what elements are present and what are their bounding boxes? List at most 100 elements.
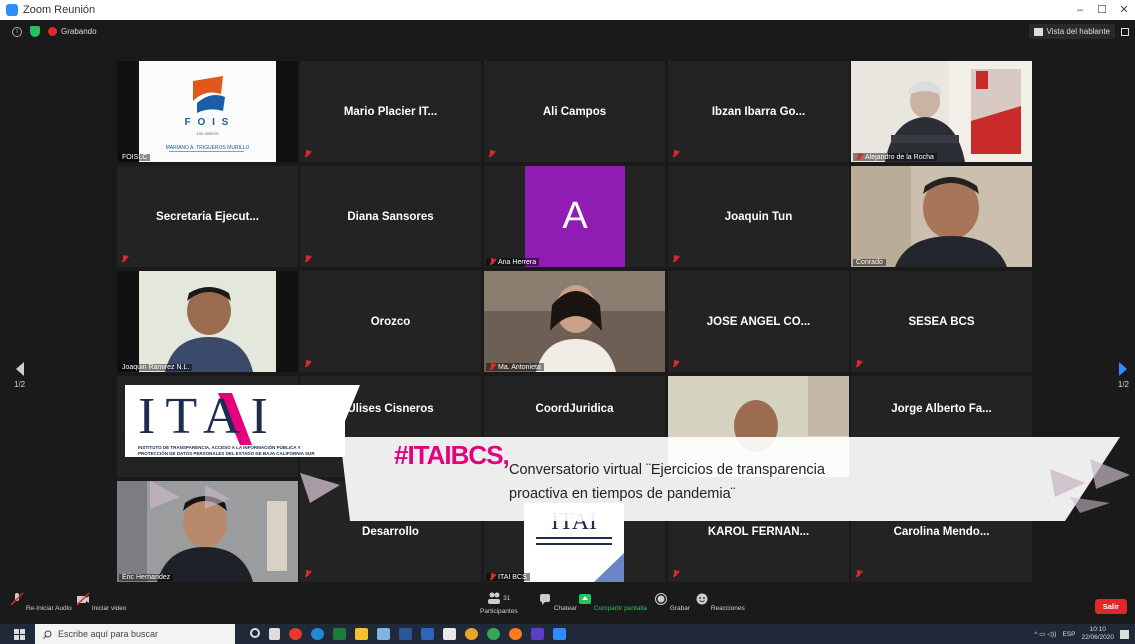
participant-tile[interactable]: ITAI ITAI BCS [484, 481, 665, 582]
active-speaker-tile[interactable]: Conrado [851, 166, 1032, 267]
file-explorer-icon[interactable] [355, 628, 368, 640]
muted-mic-icon [489, 258, 496, 266]
edge-icon[interactable] [311, 628, 324, 640]
record-button[interactable]: Grabar [654, 592, 690, 612]
app-icon[interactable] [531, 628, 544, 640]
task-view-icon[interactable] [269, 628, 280, 640]
windows-start-icon[interactable] [14, 628, 25, 640]
meeting-status-bar: i Grabando Vista del hablante [0, 20, 1135, 44]
participant-tile[interactable]: Carolina Mendo... [851, 481, 1032, 582]
maximize-button[interactable]: ☐ [1091, 0, 1113, 20]
taskbar-apps [250, 628, 566, 640]
participant-tile[interactable]: Diana Sansores [300, 166, 481, 267]
participant-tile[interactable]: Desarrollo [300, 481, 481, 582]
participant-tile[interactable]: Joaquin Tun [668, 166, 849, 267]
video-button[interactable]: Iniciar video [76, 592, 127, 612]
participant-tile[interactable] [668, 376, 849, 477]
avatar: A [525, 166, 625, 267]
participant-tile[interactable]: Secretaria Ejecut... [117, 166, 298, 267]
reactions-button[interactable]: Reacciones [695, 592, 745, 612]
store-icon[interactable] [443, 628, 456, 640]
search-icon [43, 630, 52, 639]
participant-tile[interactable]: CoordJuridica [484, 376, 665, 477]
tray-icons[interactable]: ^ ▭ ◁)) [1034, 630, 1056, 638]
speaker-view-button[interactable]: Vista del hablante [1028, 24, 1115, 39]
cortana-icon[interactable] [250, 628, 260, 638]
participant-tile[interactable]: Joaquin Ramirez N.L. [117, 271, 298, 372]
svg-text:ITAI: ITAI [551, 509, 597, 535]
participant-name: Secretaria Ejecut... [156, 210, 259, 223]
previous-page-button[interactable]: 1/2 [14, 362, 25, 389]
participants-button[interactable]: 31 Participantes [480, 592, 518, 615]
participant-tile[interactable]: A Ana Herrera [484, 166, 665, 267]
opera-icon[interactable] [289, 628, 302, 640]
muted-mic-icon [121, 255, 128, 263]
title-bar: Zoom Reunión – ☐ ✕ [0, 0, 1135, 20]
recording-label: Grabando [61, 27, 97, 36]
participant-name: Ma. Antonieta [486, 363, 544, 371]
participant-tile[interactable]: Mario Placier IT... [300, 61, 481, 162]
page-indicator: 1/2 [14, 380, 26, 389]
clock[interactable]: 10:10 22/06/2020 [1081, 626, 1114, 642]
taskbar-search[interactable]: Escribe aquí para buscar [35, 624, 235, 644]
word-icon[interactable] [421, 628, 434, 640]
leave-button[interactable]: Salir [1094, 599, 1127, 614]
participant-tile[interactable]: Eric Hernandez [117, 481, 298, 582]
info-icon[interactable]: i [12, 26, 22, 37]
participant-tile[interactable]: Orozco [300, 271, 481, 372]
close-button[interactable]: ✕ [1113, 0, 1135, 20]
participant-tile[interactable]: Alejandro de la Rocha [851, 61, 1032, 162]
muted-mic-icon [672, 360, 679, 368]
fois-card-image: F O I S 100 OBROS MARIANO A. TRIGUEROS M… [139, 61, 276, 162]
chat-button[interactable]: Chatear [538, 592, 577, 612]
chrome-icon[interactable] [465, 628, 478, 640]
fullscreen-icon[interactable] [1121, 27, 1129, 36]
participant-name: FOISLC [119, 154, 151, 161]
participant-tile[interactable]: Ibzan Ibarra Go... [668, 61, 849, 162]
grid-icon [1033, 27, 1043, 36]
next-page-button[interactable]: 1/2 [1118, 362, 1129, 389]
recording-indicator[interactable]: Grabando [48, 27, 97, 36]
notifications-icon[interactable] [1120, 629, 1129, 639]
participant-tile[interactable]: JOSE ANGEL CO... [668, 271, 849, 372]
system-tray: ^ ▭ ◁)) ESP 10:10 22/06/2020 [1034, 626, 1129, 642]
audio-button[interactable]: Re-Iniciar Audio [10, 592, 72, 612]
page-indicator: 1/2 [1117, 380, 1129, 389]
muted-mic-icon [304, 360, 311, 368]
zoom-taskbar-icon[interactable] [553, 628, 566, 640]
muted-mic-icon [304, 255, 311, 263]
app-icon[interactable] [377, 628, 390, 640]
chevron-right-icon [1119, 362, 1128, 376]
participant-tile[interactable] [117, 376, 298, 477]
participant-tile[interactable]: Ma. Antonieta [484, 271, 665, 372]
participant-name: SESEA BCS [908, 315, 975, 328]
excel-icon[interactable] [333, 628, 346, 640]
language-indicator[interactable]: ESP [1062, 631, 1075, 638]
participant-tile[interactable]: Jorge Alberto Fa... [851, 376, 1032, 477]
zoom-window: Zoom Reunión – ☐ ✕ i Grabando Vista del … [0, 0, 1135, 644]
share-screen-button[interactable]: Compartir pantalla [578, 592, 647, 612]
app-icon[interactable] [487, 628, 500, 640]
chat-icon [540, 594, 550, 605]
participant-name: Ana Herrera [486, 258, 540, 266]
record-dot-icon [48, 27, 57, 36]
participant-tile[interactable]: F O I S 100 OBROS MARIANO A. TRIGUEROS M… [117, 61, 298, 162]
participant-name: Eric Hernandez [119, 574, 174, 581]
participant-name: Joaquin Ramirez N.L. [119, 364, 193, 371]
participants-icon [488, 592, 501, 604]
participant-tile[interactable]: KAROL FERNAN... [668, 481, 849, 582]
encryption-shield-icon[interactable] [30, 26, 40, 37]
participant-tile[interactable]: Ulises Cisneros [300, 376, 481, 477]
muted-mic-icon [672, 255, 679, 263]
video-feed [117, 271, 298, 372]
minimize-button[interactable]: – [1069, 0, 1091, 20]
search-placeholder: Escribe aquí para buscar [58, 629, 159, 639]
participant-tile[interactable]: SESEA BCS [851, 271, 1032, 372]
participant-name: Diana Sansores [347, 210, 434, 223]
participant-name: JOSE ANGEL CO... [706, 315, 811, 328]
participant-name: Alejandro de la Rocha [853, 153, 937, 161]
participants-count: 31 [503, 594, 511, 602]
outlook-icon[interactable] [399, 628, 412, 640]
firefox-icon[interactable] [509, 628, 522, 640]
participant-tile[interactable]: Ali Campos [484, 61, 665, 162]
